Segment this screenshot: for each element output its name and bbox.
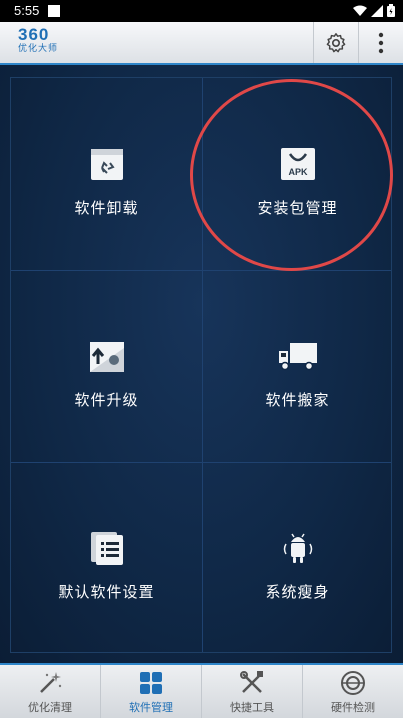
hardware-check-icon (340, 670, 366, 696)
logo-subtitle: 优化大师 (18, 44, 59, 54)
tab-label: 软件管理 (129, 701, 173, 714)
tab-optimize-clean[interactable]: 优化清理 (0, 665, 101, 718)
apk-badge: APK (288, 167, 308, 177)
tile-label: 软件搬家 (265, 391, 330, 409)
wifi-icon (353, 5, 367, 16)
app-header: 360 优化大师 (0, 22, 403, 65)
tile-upgrade[interactable]: 软件升级 (11, 270, 202, 462)
gear-icon (326, 32, 346, 52)
status-bar: 5:55 (0, 0, 403, 22)
apk-package-icon: APK (277, 143, 319, 185)
notification-icon (48, 5, 60, 17)
app-logo: 360 优化大师 (18, 26, 58, 55)
tile-system-slim[interactable]: 系统瘦身 (202, 462, 393, 654)
tile-label: 软件升级 (74, 391, 139, 409)
tile-move-apps[interactable]: 软件搬家 (202, 270, 393, 462)
status-time: 5:55 (14, 3, 40, 18)
tab-label: 优化清理 (28, 701, 72, 714)
tab-quick-tools[interactable]: 快捷工具 (202, 665, 303, 718)
android-slim-icon (277, 527, 319, 569)
tile-label: 系统瘦身 (265, 583, 330, 601)
tab-software-management[interactable]: 软件管理 (101, 665, 202, 718)
recycle-bin-icon (86, 143, 128, 185)
tile-apk-management[interactable]: APK 安装包管理 (202, 78, 393, 270)
feature-grid: 软件卸载 APK 安装包管理 软件升级 软件搬家 默认软件设置 系统瘦身 (10, 77, 392, 653)
more-vertical-icon (378, 32, 384, 53)
tile-uninstall[interactable]: 软件卸载 (11, 78, 202, 270)
document-list-icon (86, 527, 128, 569)
signal-icon (371, 4, 383, 17)
battery-icon (387, 4, 395, 17)
tile-label: 默认软件设置 (58, 583, 155, 601)
bottom-tab-bar: 优化清理 软件管理 快捷工具 硬件检测 (0, 663, 403, 718)
main-content: 软件卸载 APK 安装包管理 软件升级 软件搬家 默认软件设置 系统瘦身 (0, 65, 403, 663)
overflow-menu-button[interactable] (358, 22, 403, 63)
moving-truck-icon (277, 335, 319, 377)
tab-hardware-check[interactable]: 硬件检测 (303, 665, 403, 718)
tile-label: 软件卸载 (74, 199, 139, 217)
upgrade-icon (86, 335, 128, 377)
settings-button[interactable] (313, 22, 358, 63)
magic-wand-icon (37, 670, 63, 696)
app-grid-icon (138, 670, 164, 696)
tab-label: 快捷工具 (230, 701, 274, 714)
tile-default-apps[interactable]: 默认软件设置 (11, 462, 202, 654)
logo-number: 360 (18, 25, 50, 44)
tab-label: 硬件检测 (331, 701, 375, 714)
tile-label: 安装包管理 (257, 199, 338, 217)
status-icons (353, 4, 395, 17)
tools-icon (239, 670, 265, 696)
